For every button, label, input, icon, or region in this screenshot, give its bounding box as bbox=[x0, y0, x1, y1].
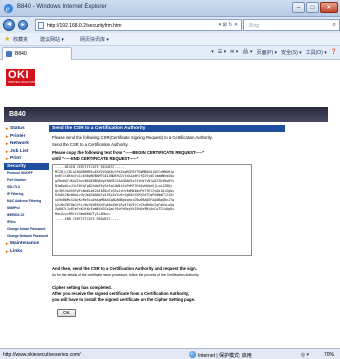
search-icon[interactable]: ⌕ bbox=[333, 22, 336, 29]
after-text-2: As for the details of the certificate is… bbox=[52, 273, 200, 277]
back-button[interactable]: ◄ bbox=[3, 19, 15, 31]
favorites-button[interactable]: 收藏夹 bbox=[13, 36, 28, 43]
security-zone[interactable]: Internet | 保护模式: 启用 bbox=[198, 352, 252, 359]
page-content: OKI PRINTING SOLUTIONS B840 ► Status ► Pri… bbox=[0, 61, 340, 348]
arrow-icon: ► bbox=[5, 156, 10, 161]
arrow-icon: ► bbox=[5, 126, 10, 131]
arrow-icon: ► bbox=[5, 241, 10, 246]
home-dropdown-button[interactable]: ▾ bbox=[211, 49, 214, 56]
arrow-icon: ► bbox=[5, 248, 10, 254]
maximize-button[interactable]: □ bbox=[306, 2, 319, 13]
nav-ipsec[interactable]: IPSec bbox=[4, 219, 49, 226]
search-input[interactable]: Bing bbox=[249, 23, 259, 29]
page-icon bbox=[38, 22, 44, 29]
mail-button[interactable]: ✉ ▾ bbox=[230, 49, 238, 56]
favorites-star-icon[interactable]: ★ bbox=[4, 35, 10, 43]
internet-zone-icon bbox=[189, 351, 196, 358]
nav-links[interactable]: ► Links bbox=[4, 248, 49, 256]
nav-security[interactable]: Security bbox=[4, 162, 49, 170]
address-bar[interactable]: http://192.168.0.2/securityfrm.htm ▾ ⊠ ↻… bbox=[35, 19, 242, 31]
done-text-2: After you receive the signed certificate… bbox=[52, 291, 190, 296]
model-name: B840 bbox=[9, 111, 26, 118]
address-controls[interactable]: ▾ ⊠ ↻ ✕ bbox=[219, 22, 238, 28]
nav-printer[interactable]: ► Printer bbox=[4, 133, 49, 141]
nav-ssl-tls[interactable]: SSL/TLS bbox=[4, 184, 49, 191]
done-text-1: Cipher setting has completed. bbox=[52, 285, 112, 290]
oki-logo: OKI PRINTING SOLUTIONS bbox=[6, 69, 37, 86]
window-title-bar: e B840 - Windows Internet Explorer – □ ✕ bbox=[0, 0, 340, 17]
tab-toolbar: B840 ▾ ☰ ▾ ✉ ▾ 🖨 ▾ 页面(P) ▾ 安全(S) ▾ 工具(O)… bbox=[0, 46, 340, 60]
page-menu[interactable]: 页面(P) ▾ bbox=[256, 49, 277, 56]
favorite-web-slice-gallery[interactable]: 网页快讯库 ▾ bbox=[80, 36, 109, 43]
done-text-3: you will have to install the signed cert… bbox=[52, 297, 196, 302]
print-button[interactable]: 🖨 ▾ bbox=[242, 49, 252, 56]
nav-maintenance[interactable]: ► Maintenance bbox=[4, 240, 49, 248]
tools-menu[interactable]: 工具(O) ▾ bbox=[306, 49, 327, 56]
nav-ip-filtering[interactable]: IP Filtering bbox=[4, 191, 49, 198]
after-text-1: And then, send the CSR to a Certificatio… bbox=[52, 266, 197, 271]
arrow-icon: ► bbox=[5, 141, 10, 146]
tab-label: B840 bbox=[15, 51, 27, 57]
arrow-icon: ► bbox=[5, 133, 10, 139]
main-panel: Send the CSR to a Certification Authorit… bbox=[49, 125, 285, 317]
zoom-control[interactable]: ◎ ▾ bbox=[301, 352, 309, 358]
csr-line: -----END CERTIFICATE REQUEST----- bbox=[55, 216, 121, 221]
tab-b840[interactable]: B840 bbox=[2, 47, 72, 60]
panel-heading: Send the CSR to a Certification Authorit… bbox=[49, 125, 285, 132]
svg-text:e: e bbox=[6, 5, 10, 14]
tab-page-icon bbox=[6, 51, 12, 57]
command-bar: ▾ ☰ ▾ ✉ ▾ 🖨 ▾ 页面(P) ▾ 安全(S) ▾ 工具(O) ▾ ❓ bbox=[211, 49, 337, 56]
internet-explorer-icon: e bbox=[3, 3, 14, 14]
intro-text-2: Send the CSR to a Certification Authorit… bbox=[52, 142, 129, 147]
nav-protocol-on-off[interactable]: Protocol ON/OFF bbox=[4, 170, 49, 177]
nav-ieee8021x[interactable]: IEEE802.1X bbox=[4, 212, 49, 219]
status-url: http://www.okiexecutiveseries.com/ bbox=[3, 352, 81, 358]
left-navigation: ► Status ► Printer ► Network ► Job List ► Pri… bbox=[4, 125, 49, 255]
address-url[interactable]: http://192.168.0.2/securityfrm.htm bbox=[47, 23, 121, 29]
favorite-suggested-sites[interactable]: 建议网站 ▾ bbox=[40, 36, 64, 43]
status-bar: http://www.okiexecutiveseries.com/ Inter… bbox=[0, 348, 340, 359]
ok-button[interactable]: OK bbox=[57, 309, 76, 317]
zoom-level[interactable]: 70% bbox=[324, 352, 334, 358]
nav-mac-address-filtering[interactable]: MAC Address Filtering bbox=[4, 198, 49, 205]
arrow-icon: ► bbox=[5, 148, 10, 154]
feeds-button[interactable]: ☰ ▾ bbox=[218, 49, 226, 56]
window-title: B840 - Windows Internet Explorer bbox=[17, 4, 107, 10]
minimize-button[interactable]: – bbox=[292, 2, 305, 13]
forward-button[interactable]: ► bbox=[18, 20, 28, 30]
nav-network[interactable]: ► Network bbox=[4, 140, 49, 148]
nav-port-number[interactable]: Port Number bbox=[4, 177, 49, 184]
model-header-bar: B840 bbox=[4, 107, 328, 122]
favorites-bar: ★ 收藏夹 建议网站 ▾ 网页快讯库 ▾ bbox=[0, 33, 340, 46]
intro-text-1: Please send the following CSR(Certificat… bbox=[52, 135, 213, 140]
safety-menu[interactable]: 安全(S) ▾ bbox=[281, 49, 302, 56]
nav-status[interactable]: ► Status bbox=[4, 125, 49, 133]
help-icon[interactable]: ❓ bbox=[331, 49, 337, 56]
nav-change-network-password[interactable]: Change Network Password bbox=[4, 233, 49, 240]
close-window-button[interactable]: ✕ bbox=[320, 2, 338, 13]
nav-change-admin-password[interactable]: Change Admin Password bbox=[4, 226, 49, 233]
search-box[interactable]: Bing ⌕ bbox=[243, 19, 340, 31]
nav-print[interactable]: ► Print bbox=[4, 155, 49, 163]
copy-note-1: Please copy the following text from "---… bbox=[52, 150, 205, 155]
nav-snmpv3[interactable]: SNMPv3 bbox=[4, 205, 49, 212]
csr-textarea[interactable]: -----BEGIN CERTIFICATE REQUEST----- MIIB… bbox=[52, 164, 252, 256]
address-toolbar: ◄ ► http://192.168.0.2/securityfrm.htm ▾… bbox=[0, 17, 340, 33]
nav-job-list[interactable]: ► Job List bbox=[4, 148, 49, 156]
copy-note-2: until "-----END CERTIFICATE REQUEST-----… bbox=[52, 156, 139, 161]
